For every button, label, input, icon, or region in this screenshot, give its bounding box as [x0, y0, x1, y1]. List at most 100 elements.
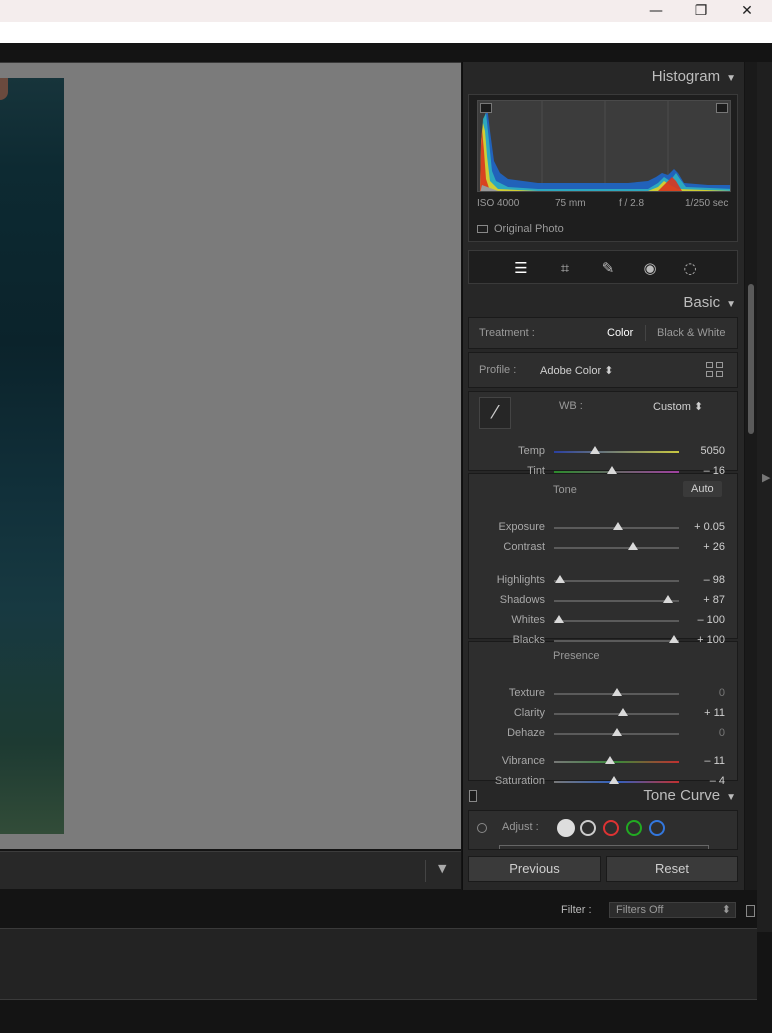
slider-thumb-exposure[interactable]: [612, 522, 623, 530]
masking-icon[interactable]: ◌: [679, 257, 701, 279]
shutter-readout: 1/250 sec: [685, 198, 729, 209]
lightroom-develop: ▼ Histogram ▼ ISO 4000 75 mm f / 2.8 1/2…: [0, 43, 772, 1033]
original-photo-toggle[interactable]: Original Photo: [477, 223, 564, 235]
slider-track-tint[interactable]: [554, 466, 679, 474]
parametric-curve-icon[interactable]: [557, 819, 575, 837]
slider-thumb-vibrance[interactable]: [605, 756, 616, 764]
slider-track-blacks[interactable]: [554, 635, 679, 643]
slider-thumb-blacks[interactable]: [669, 635, 679, 643]
slider-label-vibrance: Vibrance: [501, 755, 545, 767]
slider-thumb-texture[interactable]: [611, 688, 622, 696]
profile-browser-icon[interactable]: [706, 362, 724, 378]
checkbox-icon: [477, 225, 488, 233]
slider-value-tint[interactable]: – 16: [681, 465, 725, 477]
slider-value-blacks[interactable]: + 100: [681, 634, 725, 646]
target-adjust-icon[interactable]: [477, 823, 487, 833]
panel-scrollbar[interactable]: [745, 62, 757, 890]
tone-curve-header[interactable]: Tone Curve ▼: [643, 787, 736, 804]
slider-label-temp: Temp: [518, 445, 545, 457]
treatment-label: Treatment :: [479, 327, 535, 339]
presence-label: Presence: [553, 650, 600, 662]
right-panel: Histogram ▼ ISO 4000 75 mm f / 2.8 1/250…: [462, 62, 744, 890]
slider-label-whites: Whites: [511, 614, 545, 626]
edit-sliders-icon[interactable]: ☰: [510, 257, 532, 279]
previous-button[interactable]: Previous: [468, 856, 601, 882]
slider-thumb-tint[interactable]: [606, 466, 617, 474]
slider-track-highlights[interactable]: [554, 575, 679, 583]
slider-track-clarity[interactable]: [554, 708, 679, 716]
histogram-header[interactable]: Histogram ▼: [652, 68, 736, 85]
green-channel-icon[interactable]: [626, 820, 642, 836]
wb-dropdown[interactable]: Custom ⬍: [653, 400, 703, 413]
toolbar-menu-icon[interactable]: ▼: [438, 862, 446, 875]
slider-track-contrast[interactable]: [554, 542, 679, 550]
crop-icon[interactable]: ⌗: [554, 257, 576, 279]
slider-value-dehaze[interactable]: 0: [681, 727, 725, 739]
reset-button[interactable]: Reset: [606, 856, 738, 882]
slider-label-exposure: Exposure: [498, 521, 545, 533]
filmstrip[interactable]: [0, 928, 757, 1000]
histogram-title: Histogram: [651, 68, 721, 85]
eyedropper-icon[interactable]: ⁄: [479, 397, 511, 429]
slider-value-exposure[interactable]: + 0.05: [681, 521, 725, 533]
treatment-color-option[interactable]: Color: [607, 327, 633, 339]
maximize-button[interactable]: ❐: [678, 0, 724, 22]
slider-thumb-dehaze[interactable]: [611, 728, 622, 736]
minimize-button[interactable]: —: [633, 0, 679, 22]
slider-thumb-highlights[interactable]: [555, 575, 566, 583]
expand-right-icon[interactable]: ▶: [762, 471, 770, 484]
slider-track-temp[interactable]: [554, 446, 679, 454]
slider-thumb-clarity[interactable]: [617, 708, 628, 716]
dropdown-arrows-icon: ⬍: [721, 904, 731, 916]
slider-track-dehaze[interactable]: [554, 728, 679, 736]
highlight-clipping-icon[interactable]: [716, 103, 728, 113]
slider-track-vibrance[interactable]: [554, 756, 679, 764]
red-channel-icon[interactable]: [603, 820, 619, 836]
slider-value-contrast[interactable]: + 26: [681, 541, 725, 553]
slider-value-clarity[interactable]: + 11: [681, 707, 725, 719]
slider-label-contrast: Contrast: [503, 541, 545, 553]
slider-track-exposure[interactable]: [554, 522, 679, 530]
red-eye-icon[interactable]: ◉: [639, 257, 661, 279]
slider-label-blacks: Blacks: [512, 634, 545, 646]
basic-header[interactable]: Basic ▼: [683, 294, 736, 311]
filter-dropdown[interactable]: Filters Off ⬍: [609, 902, 736, 918]
auto-button[interactable]: Auto: [683, 481, 722, 497]
treatment-bw-option[interactable]: Black & White: [657, 327, 725, 339]
slider-label-saturation: Saturation: [494, 775, 545, 787]
slider-value-vibrance[interactable]: – 11: [681, 755, 725, 767]
filter-lock-icon[interactable]: [746, 905, 755, 917]
slider-thumb-whites[interactable]: [554, 615, 564, 623]
curve-graph-edge: [499, 845, 709, 849]
profile-dropdown[interactable]: Adobe Color ⬍: [540, 364, 613, 377]
scrollbar-thumb[interactable]: [748, 284, 754, 434]
slider-thumb-saturation[interactable]: [609, 776, 619, 784]
slider-thumb-contrast[interactable]: [627, 542, 638, 550]
slider-value-highlights[interactable]: – 98: [681, 574, 725, 586]
treatment-row: Treatment : Color Black & White: [468, 317, 738, 349]
slider-value-saturation[interactable]: – 4: [681, 775, 725, 787]
image-canvas[interactable]: [0, 62, 461, 849]
slider-track-saturation[interactable]: [554, 776, 679, 784]
profile-row: Profile : Adobe Color ⬍: [468, 352, 738, 388]
slider-track-texture[interactable]: [554, 688, 679, 696]
slider-value-whites[interactable]: – 100: [681, 614, 725, 626]
histogram-graph[interactable]: [477, 100, 731, 192]
slider-thumb-temp[interactable]: [590, 446, 601, 454]
filter-bar: Filter : Filters Off ⬍: [0, 899, 757, 923]
aperture-readout: f / 2.8: [619, 198, 645, 209]
close-button[interactable]: ✕: [724, 0, 770, 22]
blue-channel-icon[interactable]: [649, 820, 665, 836]
slider-label-tint: Tint: [527, 465, 545, 477]
slider-track-whites[interactable]: [554, 615, 679, 623]
slider-value-shadows[interactable]: + 87: [681, 594, 725, 606]
slider-value-texture[interactable]: 0: [681, 687, 725, 699]
tone-curve-toggle[interactable]: [469, 790, 477, 802]
shadow-clipping-icon[interactable]: [480, 103, 492, 113]
slider-track-shadows[interactable]: [554, 595, 679, 603]
slider-thumb-shadows[interactable]: [662, 595, 673, 603]
toolbar-divider: [425, 860, 426, 882]
healing-icon[interactable]: ✎: [597, 257, 619, 279]
slider-value-temp[interactable]: 5050: [681, 445, 725, 457]
point-curve-icon[interactable]: [580, 820, 596, 836]
